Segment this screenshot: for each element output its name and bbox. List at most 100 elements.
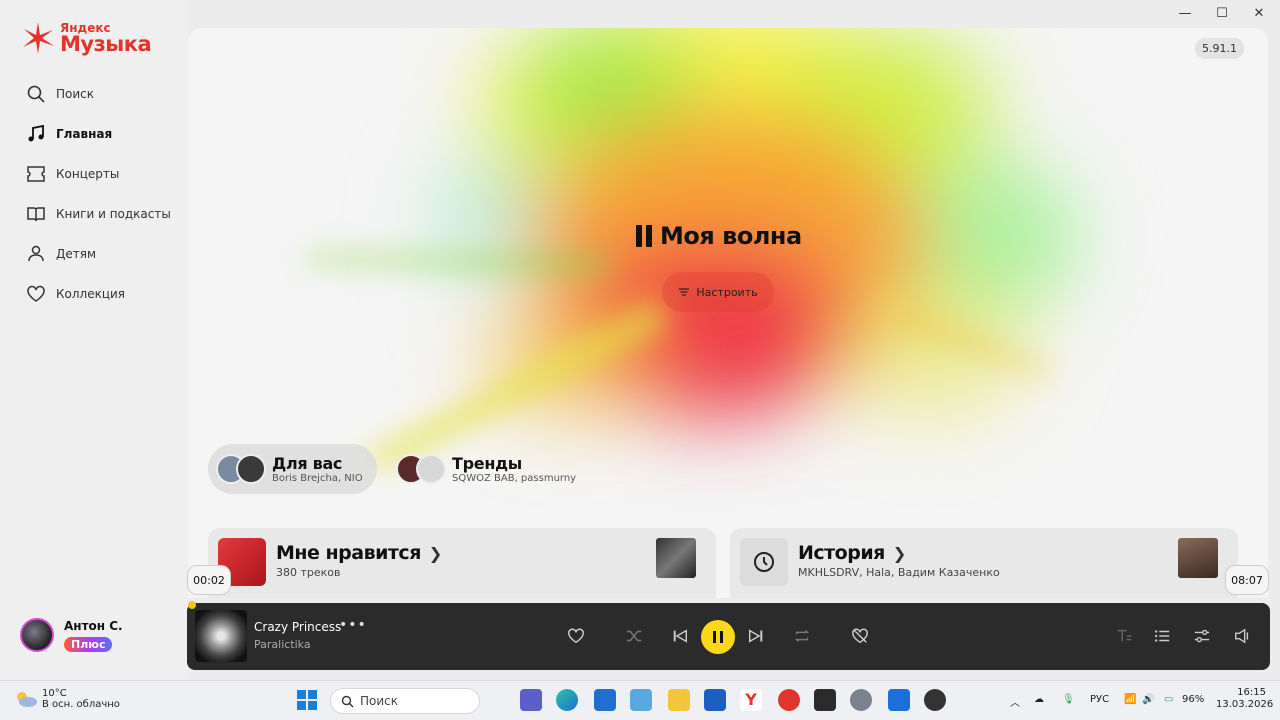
volume-icon <box>1235 628 1249 644</box>
equalizer-icon <box>1194 629 1210 643</box>
track-artist[interactable]: Paralictika <box>254 638 311 651</box>
settings-icon[interactable] <box>850 689 872 711</box>
weather-widget[interactable]: 10°C В осн. облачно <box>14 688 120 710</box>
card-history[interactable]: История ❯ MKHLSDRV, Hala, Вадим Казаченко <box>730 528 1238 598</box>
track-title[interactable]: Crazy Princess <box>254 620 341 634</box>
chevron-right-icon: ❯ <box>892 543 906 563</box>
microphone-icon[interactable]: 🎙 <box>1062 694 1075 705</box>
language-indicator[interactable]: РУС <box>1090 694 1109 705</box>
track-thumbnail <box>1178 538 1218 578</box>
history-icon <box>740 538 788 586</box>
next-button[interactable] <box>745 625 767 647</box>
defender-icon[interactable] <box>888 689 910 711</box>
chip-subtitle: Boris Brejcha, NIO <box>272 473 363 484</box>
queue-button[interactable] <box>1151 625 1173 647</box>
photos-icon[interactable] <box>630 689 652 711</box>
pause-icon <box>713 631 716 643</box>
lyrics-button[interactable] <box>1113 625 1135 647</box>
onedrive-icon[interactable]: ☁ <box>1034 694 1044 705</box>
chip-subtitle: SQWOZ BAB, passmurny <box>452 473 577 484</box>
weather-temp: 10°C <box>42 688 67 699</box>
chip-for-you[interactable]: Для вас Boris Brejcha, NIO <box>208 444 377 494</box>
tune-wave-button[interactable]: Настроить <box>662 272 774 312</box>
taskbar-search[interactable]: Поиск <box>330 688 480 714</box>
card-liked[interactable]: Мне нравится ❯ 380 треков <box>208 528 716 598</box>
progress-indicator[interactable] <box>188 601 196 609</box>
chip-text: Тренды SQWOZ BAB, passmurny <box>452 454 576 484</box>
dislike-icon <box>852 628 868 644</box>
chevron-right-icon: ❯ <box>428 543 442 563</box>
system-clock[interactable]: 16:15 13.03.2026 <box>1216 687 1274 711</box>
sidebar-item-label: Коллекция <box>56 287 126 301</box>
queue-icon <box>1154 630 1170 642</box>
sidebar-nav: Поиск Главная Концерты Книги и подкасты … <box>26 74 171 314</box>
sidebar-item-kids[interactable]: Детям <box>26 234 171 274</box>
shuffle-button[interactable] <box>623 625 645 647</box>
close-button[interactable]: ✕ <box>1244 6 1274 21</box>
sidebar-item-collection[interactable]: Коллекция <box>26 274 171 314</box>
outlook-icon[interactable] <box>594 689 616 711</box>
battery-icon[interactable]: ▭ <box>1164 694 1173 705</box>
like-button[interactable] <box>565 625 587 647</box>
yandex-icon[interactable] <box>778 689 800 711</box>
card-title-text: История <box>798 542 885 564</box>
plus-badge[interactable]: Плюс <box>64 636 113 652</box>
app-badge-icon[interactable] <box>924 689 946 711</box>
repeat-icon <box>794 630 810 642</box>
volume-tray-icon[interactable]: 🔊 <box>1142 694 1154 705</box>
file-explorer-icon[interactable] <box>668 689 690 711</box>
heart-icon <box>27 285 45 302</box>
settings-sliders-icon <box>679 288 690 296</box>
more-options-button[interactable]: ••• <box>339 617 367 633</box>
card-title: Мне нравится ❯ <box>276 542 442 564</box>
logo-big-text: Музыка <box>60 31 152 56</box>
volume-button[interactable] <box>1231 625 1253 647</box>
logo-text: Яндекс Музыка <box>60 22 152 56</box>
chip-title: Для вас <box>272 454 343 473</box>
minimize-button[interactable]: — <box>1170 6 1200 21</box>
yandex-browser-icon[interactable]: Y <box>740 689 762 711</box>
sidebar-item-search[interactable]: Поиск <box>26 74 171 114</box>
user-profile[interactable]: Антон С. Плюс <box>20 618 123 652</box>
clock-date: 13.03.2026 <box>1216 699 1274 710</box>
maximize-button[interactable]: ☐ <box>1207 6 1237 21</box>
edge-icon[interactable] <box>556 689 578 711</box>
play-pause-button[interactable] <box>701 620 735 654</box>
previous-button[interactable] <box>669 625 691 647</box>
app-icon[interactable] <box>704 689 726 711</box>
heart-icon <box>568 628 584 644</box>
chip-text: Для вас Boris Brejcha, NIO <box>272 454 363 484</box>
wifi-icon[interactable]: 📶 <box>1124 694 1136 705</box>
sidebar: Яндекс Музыка Поиск Главная Концерты Кни… <box>0 0 188 680</box>
windows-logo-icon <box>297 690 317 710</box>
dislike-button[interactable] <box>849 625 871 647</box>
my-wave-visualization <box>308 28 1078 468</box>
start-button[interactable] <box>296 689 318 711</box>
tray-chevron-icon[interactable]: ︿ <box>1010 694 1020 709</box>
artist-avatar <box>236 454 266 484</box>
avatar[interactable] <box>20 618 54 652</box>
sidebar-item-concerts[interactable]: Концерты <box>26 154 171 194</box>
pause-icon[interactable] <box>636 225 652 247</box>
sidebar-item-home[interactable]: Главная <box>26 114 171 154</box>
artist-avatar <box>416 454 446 484</box>
logo-star-icon <box>23 22 54 54</box>
card-subtitle: MKHLSDRV, Hala, Вадим Казаченко <box>798 566 1000 579</box>
clock-time: 16:15 <box>1237 687 1266 698</box>
search-placeholder: Поиск <box>360 694 399 708</box>
tune-label: Настроить <box>696 285 758 299</box>
windows-taskbar: 10°C В осн. облачно Поиск Y ︿ ☁ 🎙 РУС 📶 … <box>0 680 1280 720</box>
sidebar-item-books[interactable]: Книги и подкасты <box>26 194 171 234</box>
yandex-music-logo[interactable]: Яндекс Музыка <box>20 20 152 56</box>
album-cover[interactable] <box>195 610 247 662</box>
equalizer-button[interactable] <box>1191 625 1213 647</box>
yandex-music-taskbar-icon[interactable] <box>814 689 836 711</box>
profile-info: Антон С. Плюс <box>64 619 123 652</box>
teams-icon[interactable] <box>520 689 542 711</box>
chip-trends[interactable]: Тренды SQWOZ BAB, passmurny <box>388 444 590 494</box>
my-wave-title[interactable]: Моя волна <box>636 222 802 250</box>
repeat-button[interactable] <box>791 625 813 647</box>
battery-percent: 96% <box>1182 694 1205 705</box>
cloud-sun-icon <box>17 692 37 707</box>
sidebar-item-label: Книги и подкасты <box>56 207 171 221</box>
